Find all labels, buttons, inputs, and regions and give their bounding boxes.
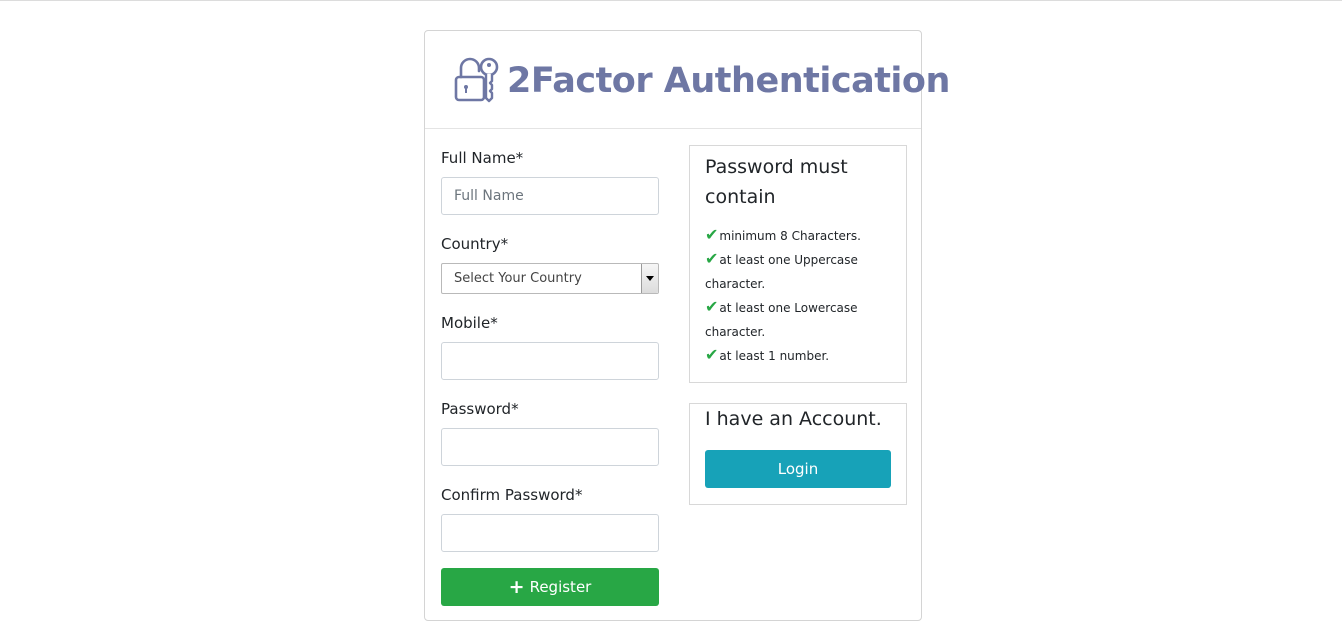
brand-title: 2Factor Authentication (507, 60, 950, 101)
rule-text: at least one Lowercase character. (705, 301, 858, 339)
password-input[interactable] (441, 428, 659, 466)
password-rules-list: ✔minimum 8 Characters. ✔at least one Upp… (705, 224, 895, 368)
login-button[interactable]: Login (705, 450, 891, 488)
brand-logo: 2Factor Authentication (453, 55, 950, 107)
country-label: Country* (441, 235, 509, 253)
list-item: ✔at least one Lowercase character. (705, 296, 895, 344)
plus-icon: + (508, 575, 525, 598)
existing-account-panel: I have an Account. Login (689, 403, 907, 505)
rule-text: at least 1 number. (719, 349, 830, 363)
list-item: ✔at least one Uppercase character. (705, 248, 895, 296)
register-button[interactable]: + Register (441, 568, 659, 606)
check-icon: ✔ (705, 249, 719, 268)
chevron-down-icon[interactable] (641, 264, 658, 293)
check-icon: ✔ (705, 345, 719, 364)
mobile-label: Mobile* (441, 314, 498, 332)
padlock-key-icon (453, 55, 501, 107)
full-name-label: Full Name* (441, 149, 524, 167)
existing-account-title: I have an Account. (705, 408, 882, 430)
password-rules-panel: Password must contain ✔minimum 8 Charact… (689, 145, 907, 383)
full-name-input[interactable] (441, 177, 659, 215)
password-label: Password* (441, 400, 519, 418)
list-item: ✔minimum 8 Characters. (705, 224, 895, 248)
country-select-value: Select Your Country (454, 271, 582, 286)
register-button-label: Register (529, 578, 592, 596)
check-icon: ✔ (705, 225, 719, 244)
top-border (0, 0, 1342, 1)
list-item: ✔at least 1 number. (705, 344, 895, 368)
rule-text: at least one Uppercase character. (705, 253, 858, 291)
mobile-input[interactable] (441, 342, 659, 380)
country-select[interactable]: Select Your Country (441, 263, 659, 294)
register-card: 2Factor Authentication Full Name* Countr… (424, 30, 950, 621)
card-header: 2Factor Authentication (425, 31, 950, 129)
password-rules-title: Password must contain (705, 156, 848, 208)
confirm-password-input[interactable] (441, 514, 659, 552)
confirm-password-label: Confirm Password* (441, 486, 583, 504)
check-icon: ✔ (705, 297, 719, 316)
rule-text: minimum 8 Characters. (719, 229, 861, 243)
